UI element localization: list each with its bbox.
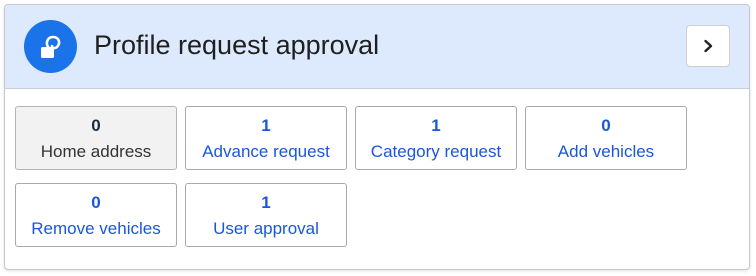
tile-count: 0 bbox=[91, 116, 101, 135]
tile-category-request[interactable]: 1 Category request bbox=[355, 106, 517, 170]
tile-count: 1 bbox=[261, 116, 271, 135]
page-title: Profile request approval bbox=[94, 30, 380, 60]
tile-label: Home address bbox=[40, 142, 152, 161]
tile-remove-vehicles[interactable]: 0 Remove vehicles bbox=[15, 183, 177, 247]
tile-count: 0 bbox=[601, 116, 611, 135]
tile-label: Remove vehicles bbox=[31, 219, 161, 238]
tile-label: Add vehicles bbox=[557, 142, 655, 161]
tile-count: 1 bbox=[261, 193, 271, 212]
tile-label: User approval bbox=[213, 219, 319, 238]
tile-advance-request[interactable]: 1 Advance request bbox=[185, 106, 347, 170]
card-header: Profile request approval bbox=[5, 5, 749, 89]
chevron-right-icon bbox=[704, 39, 713, 53]
tile-count: 1 bbox=[431, 116, 441, 135]
tile-label: Advance request bbox=[202, 142, 330, 161]
profile-request-icon bbox=[24, 20, 77, 73]
tile-home-address[interactable]: 0 Home address bbox=[15, 106, 177, 170]
tile-add-vehicles[interactable]: 0 Add vehicles bbox=[525, 106, 687, 170]
tile-label: Category request bbox=[370, 142, 502, 161]
tile-count: 0 bbox=[91, 193, 101, 212]
tile-user-approval[interactable]: 1 User approval bbox=[185, 183, 347, 247]
expand-button[interactable] bbox=[686, 25, 730, 67]
profile-request-card: Profile request approval 0 Home address … bbox=[4, 4, 750, 270]
